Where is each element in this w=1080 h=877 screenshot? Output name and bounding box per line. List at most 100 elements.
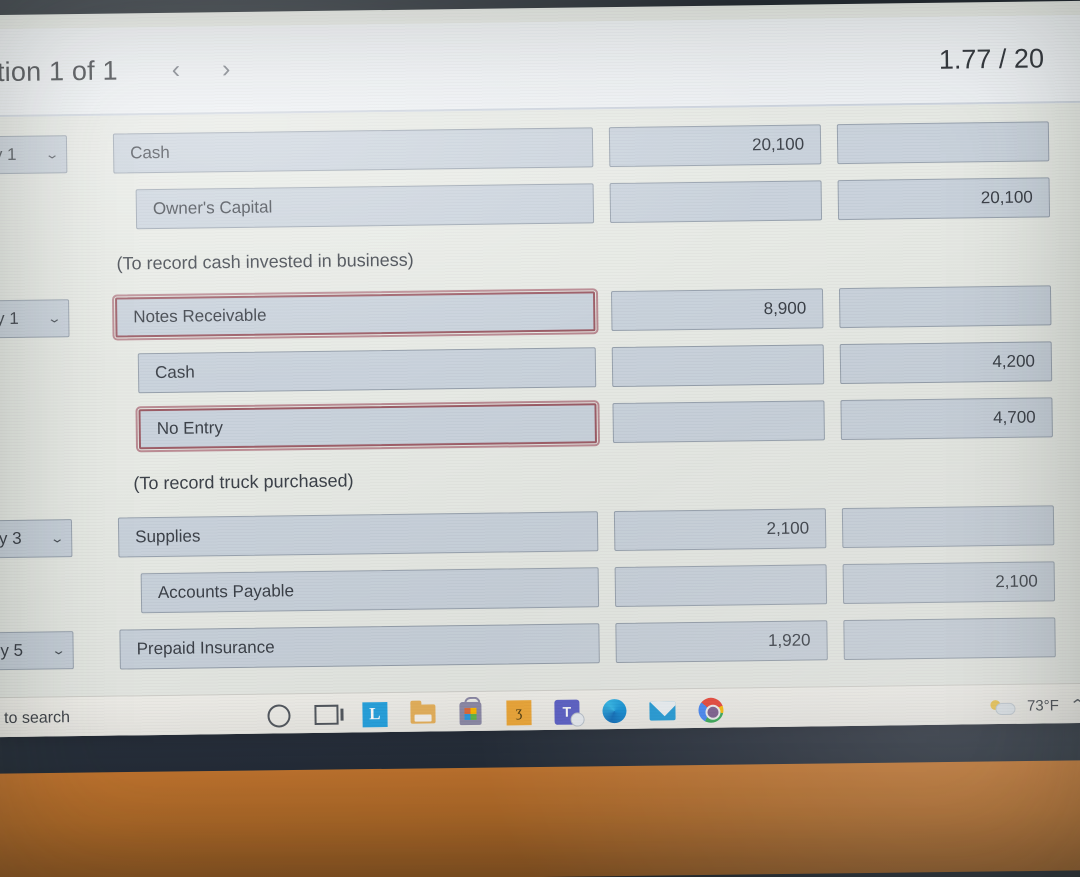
chevron-down-icon: ⌄ xyxy=(50,643,67,658)
date-dropdown[interactable]: July 1 ⌄ xyxy=(0,299,70,339)
mail-icon-glyph xyxy=(649,700,676,721)
date-cell xyxy=(0,374,116,376)
taskbar-search-text[interactable]: ere to search xyxy=(0,709,70,728)
credit-input[interactable] xyxy=(841,505,1055,549)
account-cell: Accounts Payable xyxy=(119,567,600,614)
question-counter: estion 1 of 1 xyxy=(0,55,118,87)
debit-input[interactable] xyxy=(614,564,828,608)
date-cell: July 1 ⌄ xyxy=(0,299,116,339)
account-cell: Cash xyxy=(116,347,597,394)
debit-input[interactable]: 2,100 xyxy=(613,508,827,552)
orange-app-icon[interactable]: ʒ xyxy=(506,699,532,725)
account-cell: Prepaid Insurance xyxy=(119,623,600,670)
debit-cell: 1,920 xyxy=(599,620,828,664)
cortana-icon[interactable] xyxy=(266,702,292,728)
account-cell: Cash xyxy=(112,127,594,174)
credit-cell xyxy=(826,505,1055,549)
account-select[interactable]: Cash xyxy=(137,347,597,394)
debit-input[interactable]: 8,900 xyxy=(610,288,824,332)
credit-input[interactable]: 4,700 xyxy=(840,397,1053,441)
credit-input[interactable]: 4,200 xyxy=(839,341,1053,385)
debit-input[interactable]: 20,100 xyxy=(608,124,822,168)
credit-cell: 2,100 xyxy=(827,561,1056,605)
credit-cell xyxy=(821,121,1050,165)
debit-cell xyxy=(596,400,825,444)
account-select[interactable]: Prepaid Insurance xyxy=(119,623,600,670)
task-view-icon[interactable] xyxy=(314,702,340,728)
debit-cell xyxy=(594,180,823,224)
next-question-icon[interactable]: › xyxy=(222,55,231,83)
debit-input[interactable] xyxy=(611,344,825,388)
account-select[interactable]: Accounts Payable xyxy=(140,567,600,614)
credit-cell: 4,200 xyxy=(824,341,1053,385)
journal-entry-table: July 1 ⌄ Cash 20,100 Owner's Capital 20,100 (T… xyxy=(0,101,1080,679)
date-dropdown-value: July 1 xyxy=(0,144,17,165)
account-select-error[interactable]: Notes Receivable xyxy=(112,287,599,342)
credit-input[interactable] xyxy=(843,617,1056,661)
google-chrome-icon[interactable] xyxy=(698,697,724,731)
laptop-screen: estion 1 of 1 ‹ › 1.77 / 20 July 1 ⌄ Cash 2… xyxy=(0,0,1080,738)
date-dropdown-value: July 1 xyxy=(0,308,19,329)
microsoft-teams-icon[interactable]: T xyxy=(554,699,580,733)
question-navigation: ‹ › xyxy=(172,55,231,84)
debit-cell: 20,100 xyxy=(593,124,822,168)
show-hidden-icons-chevron-up-icon[interactable]: ⌃ xyxy=(1069,696,1080,714)
credit-cell: 4,700 xyxy=(824,397,1053,441)
credit-input[interactable] xyxy=(836,121,1050,165)
file-explorer-icon[interactable] xyxy=(410,700,436,726)
date-cell: July 5 ⌄ xyxy=(0,631,120,671)
date-dropdown-value: July 5 xyxy=(0,640,24,661)
account-cell: Notes Receivable xyxy=(112,287,599,342)
microsoft-edge-icon-glyph xyxy=(602,698,628,724)
date-cell xyxy=(0,594,119,596)
weather-icon[interactable] xyxy=(990,697,1014,714)
debit-cell: 8,900 xyxy=(595,288,824,332)
question-header-bar: estion 1 of 1 ‹ › 1.77 / 20 xyxy=(0,14,1080,118)
debit-input[interactable]: 1,920 xyxy=(615,620,828,664)
credit-input[interactable]: 20,100 xyxy=(837,177,1051,221)
mail-icon[interactable] xyxy=(649,697,676,723)
orange-app-icon-glyph: ʒ xyxy=(506,699,532,725)
credit-input[interactable]: 2,100 xyxy=(842,561,1056,605)
chevron-down-icon: ⌄ xyxy=(49,531,65,546)
previous-question-icon[interactable]: ‹ xyxy=(172,55,181,83)
date-dropdown-value: July 3 xyxy=(0,528,22,549)
date-dropdown[interactable]: July 3 ⌄ xyxy=(0,519,73,559)
photograph-of-laptop-screen: estion 1 of 1 ‹ › 1.77 / 20 July 1 ⌄ Cash 2… xyxy=(0,0,1080,877)
chevron-down-icon: ⌄ xyxy=(46,311,62,326)
credit-cell xyxy=(827,617,1056,661)
credit-cell: 20,100 xyxy=(822,177,1051,221)
credit-cell xyxy=(823,285,1052,329)
date-cell: July 3 ⌄ xyxy=(0,519,118,559)
account-select[interactable]: Cash xyxy=(112,127,594,174)
date-cell xyxy=(0,430,117,432)
account-cell: Owner's Capital xyxy=(114,183,595,230)
microsoft-edge-icon[interactable] xyxy=(602,698,628,724)
cortana-icon-glyph xyxy=(267,703,291,728)
lockdown-app-icon-glyph: L xyxy=(362,701,388,727)
account-select[interactable]: Supplies xyxy=(117,511,599,558)
google-chrome-icon-glyph xyxy=(698,697,724,723)
microsoft-teams-icon-glyph: T xyxy=(554,699,580,725)
date-cell xyxy=(0,210,114,212)
account-cell: No Entry xyxy=(116,399,600,453)
desk-surface xyxy=(0,759,1080,877)
credit-input[interactable] xyxy=(838,285,1052,329)
debit-cell xyxy=(599,564,828,608)
date-dropdown[interactable]: July 5 ⌄ xyxy=(0,631,74,671)
debit-input[interactable] xyxy=(612,400,825,444)
lockdown-app-icon[interactable]: L xyxy=(362,701,388,727)
system-tray: 73°F ⌃ xyxy=(990,696,1080,715)
score-display: 1.77 / 20 xyxy=(938,42,1045,75)
debit-cell: 2,100 xyxy=(598,508,827,552)
account-cell: Supplies xyxy=(117,511,599,558)
date-dropdown[interactable]: July 1 ⌄ xyxy=(0,135,68,175)
account-select[interactable]: Owner's Capital xyxy=(135,183,595,230)
debit-cell xyxy=(596,344,825,388)
chevron-down-icon: ⌄ xyxy=(44,147,60,162)
microsoft-store-icon[interactable] xyxy=(458,700,484,726)
microsoft-store-icon-glyph xyxy=(459,701,483,725)
date-cell: July 1 ⌄ xyxy=(0,135,113,175)
account-select-error[interactable]: No Entry xyxy=(135,399,600,453)
debit-input[interactable] xyxy=(609,180,823,224)
